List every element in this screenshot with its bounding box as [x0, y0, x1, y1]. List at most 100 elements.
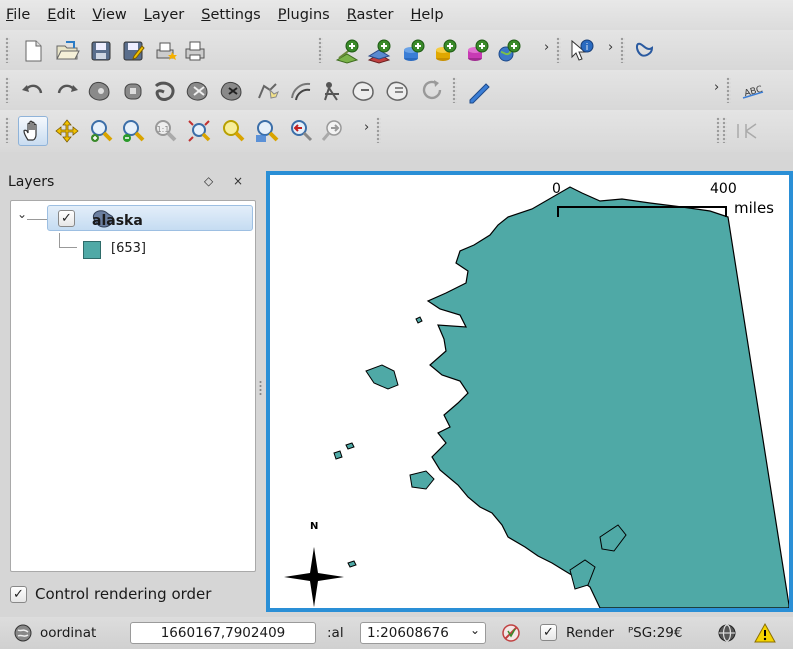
label-tool-icon[interactable]: ABC	[738, 76, 768, 106]
warning-icon[interactable]	[754, 622, 776, 644]
toolbar-overflow-icon[interactable]: ›	[364, 120, 369, 135]
toolbar-map-navigation: 1:1 ›	[0, 110, 793, 152]
panel-splitter[interactable]	[259, 380, 262, 396]
split-features-icon[interactable]	[318, 76, 348, 106]
toolbar-grip[interactable]	[5, 37, 10, 63]
menu-layer[interactable]: Layer	[144, 7, 184, 23]
save-as-icon[interactable]	[118, 36, 148, 66]
merge-attributes-icon[interactable]	[384, 76, 414, 106]
toolbar-file-layers: › i ›	[0, 30, 793, 70]
fill-ring-icon[interactable]	[150, 76, 180, 106]
layer-row-alaska[interactable]: ✓ alaska	[47, 205, 253, 231]
north-arrow	[284, 547, 344, 607]
symbol-swatch[interactable]	[83, 241, 101, 259]
scale-value: 1:20608676	[367, 625, 449, 641]
control-rendering-order-checkbox[interactable]: ✓	[10, 585, 27, 603]
zoom-actual-size-icon[interactable]: 1:1	[150, 116, 180, 146]
delete-part-icon[interactable]	[218, 76, 248, 106]
toolbar-grip[interactable]	[722, 117, 727, 143]
add-vector-layer-icon[interactable]	[332, 36, 362, 66]
zoom-to-selection-icon[interactable]	[252, 116, 282, 146]
add-spatialite-layer-icon[interactable]	[430, 36, 460, 66]
chevron-down-icon: ⌄	[469, 623, 480, 637]
scale-combobox[interactable]: 1:20608676 ⌄	[360, 622, 486, 644]
control-rendering-order[interactable]: ✓ Control rendering order	[10, 582, 211, 606]
panel-close-icon[interactable]: ×	[233, 174, 243, 188]
toolbar-grip[interactable]	[376, 117, 381, 143]
pan-to-selection-icon[interactable]	[52, 116, 82, 146]
island-polygon	[409, 470, 435, 490]
menu-view[interactable]: View	[92, 7, 126, 23]
print-composer-icon[interactable]	[150, 36, 180, 66]
menu-edit[interactable]: Edit	[47, 7, 75, 23]
north-arrow-label: N	[310, 521, 319, 532]
road-graph-icon[interactable]	[732, 116, 762, 146]
identify-icon[interactable]: i	[566, 36, 596, 66]
undo-icon[interactable]	[18, 76, 48, 106]
pan-map-icon[interactable]	[18, 116, 48, 146]
panel-float-icon[interactable]: ◇	[204, 174, 213, 188]
toolbar-grip[interactable]	[5, 77, 10, 103]
offset-curve-icon[interactable]	[286, 76, 316, 106]
annotation-icon[interactable]	[464, 76, 494, 106]
add-postgis-layer-icon[interactable]	[398, 36, 428, 66]
delete-ring-icon[interactable]	[184, 76, 214, 106]
island-polygon	[347, 560, 357, 568]
layers-panel-title: Layers	[8, 174, 55, 190]
reshape-icon[interactable]	[252, 76, 282, 106]
toolbar-grip[interactable]	[452, 77, 457, 103]
scalebar-end-label: 400	[710, 181, 737, 197]
crs-status-label[interactable]: ᴾSG:29€	[628, 625, 682, 641]
toolbar-grip[interactable]	[716, 117, 721, 143]
toolbar-grip[interactable]	[556, 37, 561, 63]
layer-visibility-checkbox[interactable]: ✓	[58, 210, 75, 227]
redo-icon[interactable]	[52, 76, 82, 106]
coordinate-field[interactable]: 1660167,7902409	[130, 622, 316, 644]
toolbar-grip[interactable]	[318, 37, 323, 63]
add-wms-layer-icon[interactable]	[494, 36, 524, 66]
layer-tree[interactable]: ⌄ ✓ alaska [653]	[10, 200, 256, 572]
save-project-icon[interactable]	[86, 36, 116, 66]
render-checkbox[interactable]: ✓	[540, 624, 557, 641]
map-canvas[interactable]: 0 400 miles N	[270, 175, 789, 608]
zoom-out-icon[interactable]	[118, 116, 148, 146]
toolbar-overflow-icon[interactable]: ›	[714, 80, 719, 95]
add-mssql-layer-icon[interactable]	[462, 36, 492, 66]
zoom-in-icon[interactable]	[86, 116, 116, 146]
expand-arrow-icon[interactable]: ⌄	[17, 207, 27, 221]
menu-help[interactable]: Help	[410, 7, 443, 23]
menu-plugins[interactable]: Plugins	[278, 7, 330, 23]
zoom-full-icon[interactable]	[184, 116, 214, 146]
add-raster-layer-icon[interactable]	[364, 36, 394, 66]
zoom-last-icon[interactable]	[286, 116, 316, 146]
stop-rendering-icon[interactable]	[500, 622, 522, 644]
add-part-icon[interactable]	[118, 76, 148, 106]
merge-features-icon[interactable]	[350, 76, 380, 106]
plugin-icon[interactable]	[630, 36, 660, 66]
island-polygon	[415, 316, 423, 324]
add-ring-icon[interactable]	[86, 76, 116, 106]
menu-settings[interactable]: Settings	[201, 7, 261, 23]
coordinate-label: oordinat	[40, 625, 97, 641]
toolbar-overflow-icon[interactable]: ›	[544, 40, 549, 55]
zoom-to-layer-icon[interactable]	[218, 116, 248, 146]
new-project-icon[interactable]	[18, 36, 48, 66]
toolbar-overflow-icon[interactable]: ›	[608, 40, 613, 55]
svg-text:1:1: 1:1	[157, 125, 170, 134]
rotate-symbols-icon[interactable]	[418, 76, 448, 106]
island-polygon	[365, 364, 399, 390]
menu-raster[interactable]: Raster	[347, 7, 394, 23]
toolbar-grip[interactable]	[5, 117, 10, 143]
map-svg	[284, 186, 789, 608]
scale-label: :al	[327, 625, 344, 641]
zoom-next-icon[interactable]	[318, 116, 348, 146]
toolbar-grip[interactable]	[620, 37, 625, 63]
open-project-icon[interactable]	[52, 36, 82, 66]
render-label: Render	[566, 625, 615, 641]
crs-globe-icon[interactable]	[716, 622, 738, 644]
menu-file[interactable]: File	[6, 7, 30, 23]
control-rendering-order-label: Control rendering order	[35, 585, 212, 603]
toolbar-grip[interactable]	[726, 77, 731, 103]
print-icon[interactable]	[180, 36, 210, 66]
coordinate-capture-icon[interactable]	[12, 622, 34, 644]
